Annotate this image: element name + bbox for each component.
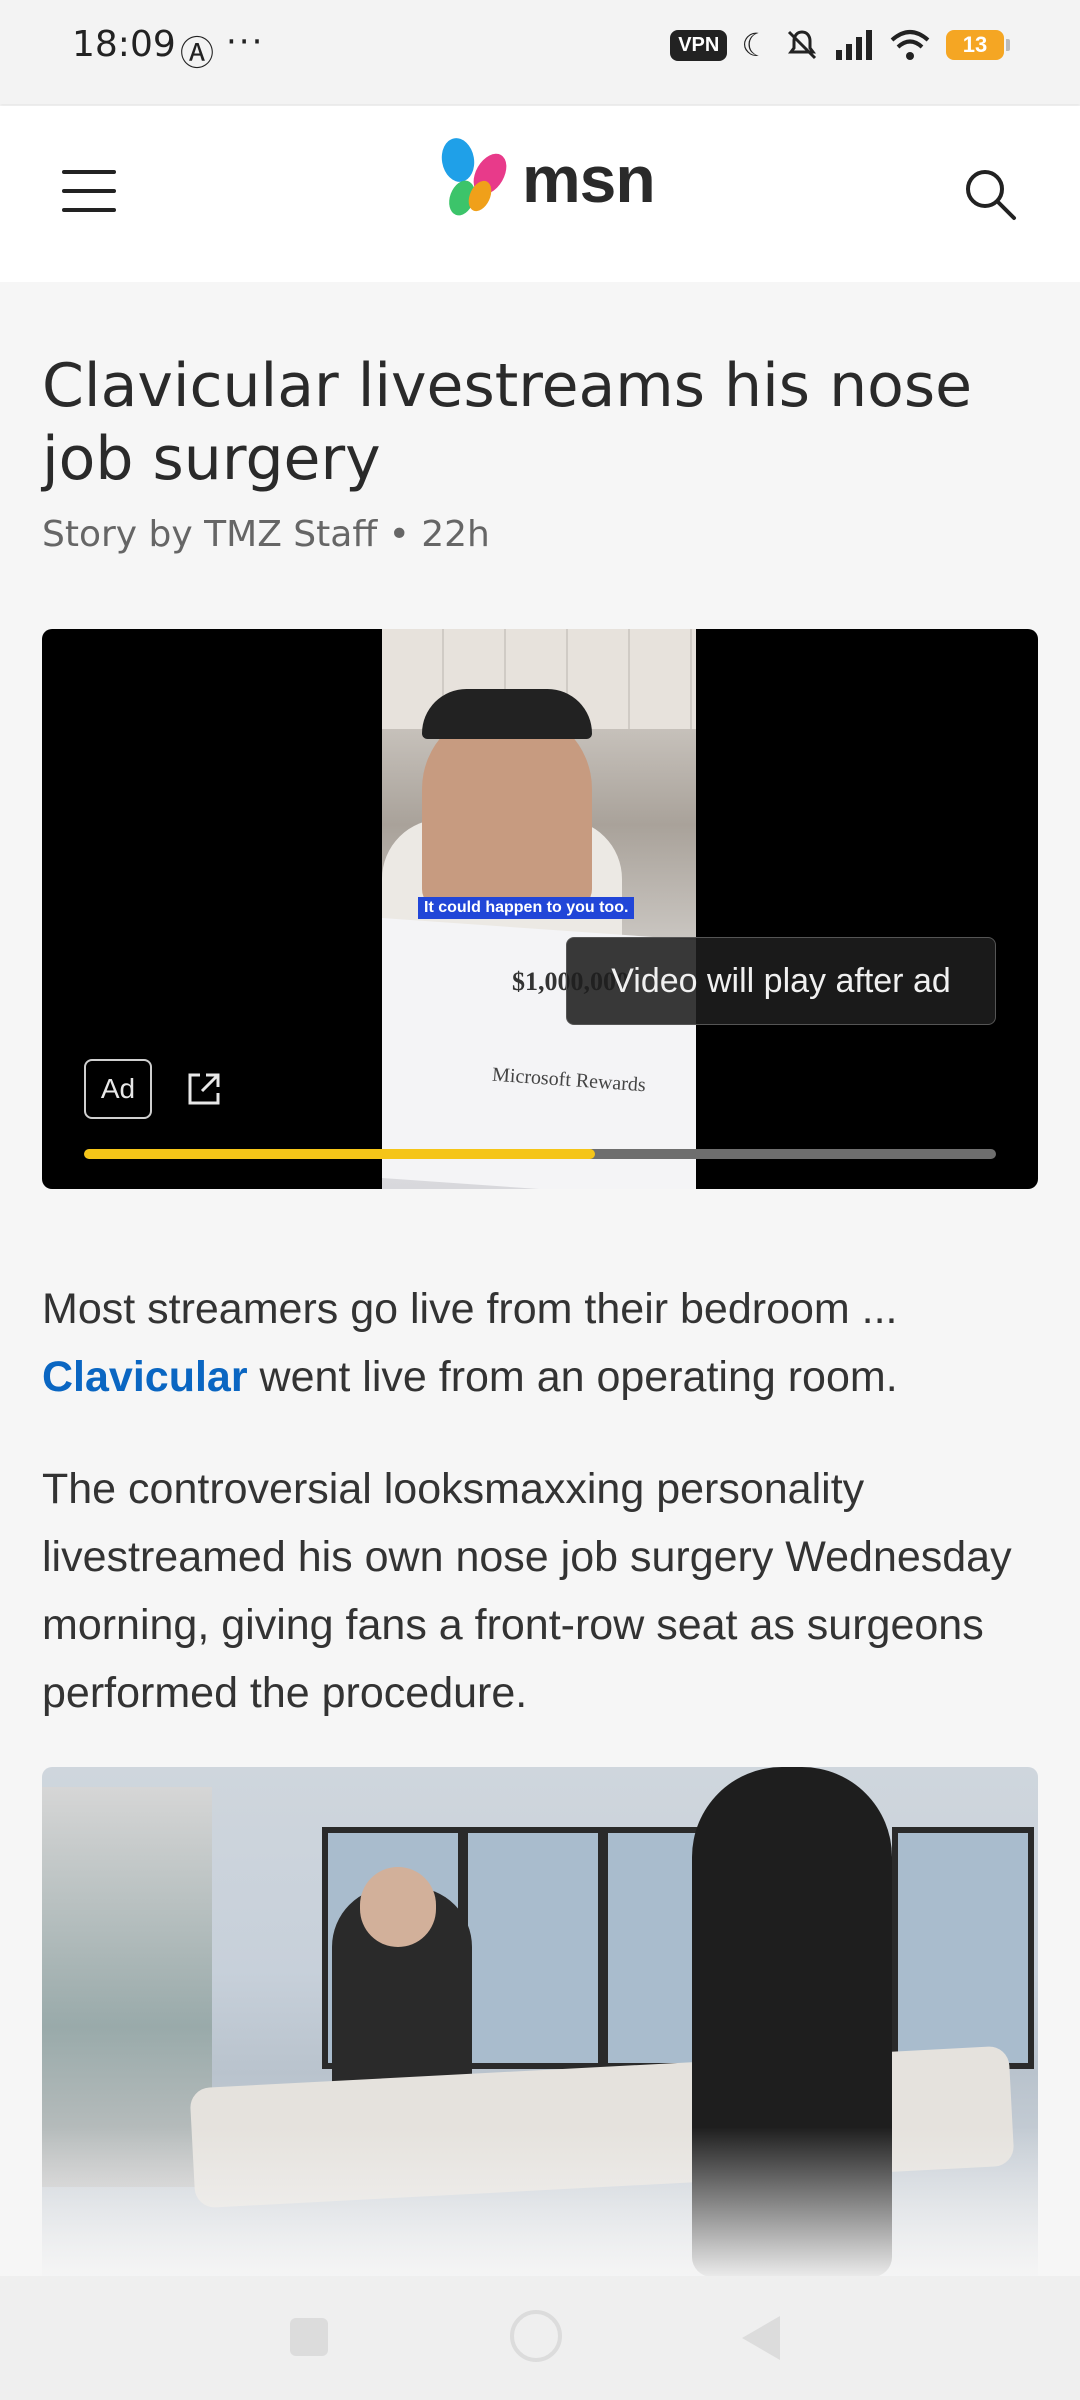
signal-icon xyxy=(836,30,872,60)
wifi-icon xyxy=(890,30,930,60)
ad-badge[interactable]: Ad xyxy=(84,1059,152,1119)
paragraph-1-text: Most streamers go live from their bedroo… xyxy=(42,1285,898,1333)
video-caption: It could happen to you too. xyxy=(418,897,635,919)
mute-icon xyxy=(787,30,817,60)
status-bar: 18:09 Ⓐ ··· VPN ☾ 13 xyxy=(0,0,1080,104)
moon-icon: ☾ xyxy=(741,26,770,64)
ad-progress-fill xyxy=(84,1149,595,1159)
video-frame: It could happen to you too. $1,000,000 M… xyxy=(382,629,696,1189)
anarchy-icon: Ⓐ xyxy=(180,34,214,74)
clavicular-link[interactable]: Clavicular xyxy=(42,1353,248,1401)
logo-text: msn xyxy=(522,142,656,216)
app-header: msn xyxy=(0,106,1080,282)
recent-apps-button[interactable] xyxy=(290,2318,328,2356)
article-photo[interactable] xyxy=(42,1767,1038,2277)
search-icon[interactable] xyxy=(962,166,1018,222)
msn-butterfly-icon xyxy=(441,138,507,216)
paragraph-1-text-end: went live from an operating room. xyxy=(247,1353,898,1401)
menu-icon[interactable] xyxy=(62,170,116,212)
home-button[interactable] xyxy=(510,2310,562,2362)
ad-progress-bar[interactable] xyxy=(84,1149,996,1159)
article-byline: Story by TMZ Staff • 22h xyxy=(42,514,490,555)
status-icons: VPN ☾ 13 xyxy=(670,24,1010,66)
external-link-icon[interactable] xyxy=(184,1069,224,1109)
status-time: 18:09 xyxy=(72,24,176,65)
vpn-badge: VPN xyxy=(670,29,728,61)
video-play-after-ad-message: Video will play after ad xyxy=(566,937,996,1025)
article-paragraph-2: The controversial looksmaxxing personali… xyxy=(42,1465,1012,1717)
back-button[interactable] xyxy=(742,2316,780,2360)
article-title: Clavicular livestreams his nose job surg… xyxy=(42,351,972,494)
more-notifications-icon: ··· xyxy=(226,22,265,62)
system-navigation-bar xyxy=(0,2276,1080,2400)
video-player[interactable]: It could happen to you too. $1,000,000 M… xyxy=(42,629,1038,1189)
article-paragraph-1: Most streamers go live from their bedroo… xyxy=(42,1275,1042,1411)
battery-indicator: 13 xyxy=(946,30,1010,60)
msn-logo[interactable]: msn xyxy=(432,136,656,222)
